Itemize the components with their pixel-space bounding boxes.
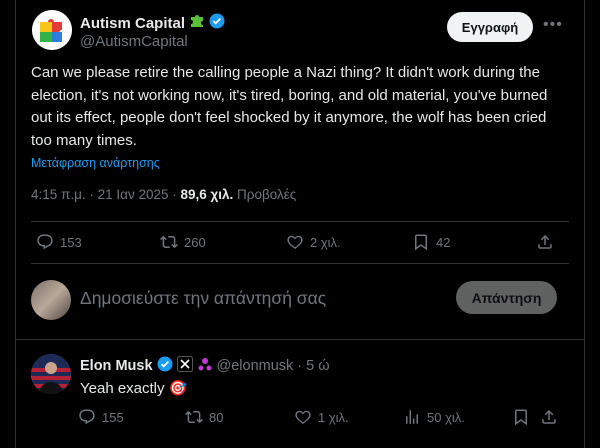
reply-action[interactable]: 153 [36,233,82,251]
author-name[interactable]: Autism Capital [80,15,185,32]
reply-view-count: 50 χιλ. [427,409,465,425]
follow-button[interactable]: Εγγραφή [447,12,533,42]
divider [31,263,569,264]
repost-action[interactable]: 260 [160,233,206,251]
tweet-meta: 4:15 π.μ. · 21 Ιαν 2025 · 89,6 χιλ. Προβ… [31,187,296,202]
reply-timestamp[interactable]: · 5 ώ [297,358,329,374]
share-icon [538,234,552,249]
reply-input[interactable]: Δημοσιεύστε την απάντησή σας [80,288,326,309]
bookmark-icon [415,234,427,251]
reply-bookmark-action[interactable] [512,408,530,426]
reply-author-name[interactable]: Elon Musk [80,358,153,374]
author-avatar[interactable] [32,10,72,50]
reply-count: 153 [60,234,82,250]
author-handle[interactable]: @AutismCapital [80,33,188,50]
reply-button[interactable]: Απάντηση [456,281,557,314]
x-affiliate-icon [176,356,193,376]
reply-author-avatar[interactable] [31,354,71,394]
left-border [15,0,16,448]
tweet-timestamp[interactable]: 4:15 π.μ. · 21 Ιαν 2025 · [31,187,180,202]
repost-count: 260 [184,234,206,250]
repost-icon [160,235,178,249]
right-border [584,0,585,448]
like-count: 2 χιλ. [310,234,341,250]
reply-header: Elon Musk @elonmusk · 5 ώ [80,356,330,376]
bookmark-icon [515,409,527,426]
reply-text: Yeah exactly [80,380,165,397]
affiliation-icon [197,356,213,376]
repost-icon [185,410,203,424]
puzzle-icon [189,13,205,33]
reply-icon [37,234,53,250]
verified-badge-icon [209,13,225,33]
share-icon [542,409,556,424]
divider [15,339,585,340]
reply-share-action[interactable] [540,408,558,426]
view-count: 89,6 χιλ. [180,187,234,202]
like-action[interactable]: 2 χιλ. [286,233,341,251]
analytics-icon [406,410,418,424]
reply-repost-count: 80 [209,409,224,425]
reply-views-action[interactable]: 50 χιλ. [403,408,465,426]
reply-author-handle[interactable]: @elonmusk [217,358,294,374]
share-action[interactable] [536,233,554,251]
reply-like-action[interactable]: 1 χιλ. [294,408,349,426]
heart-icon [295,410,311,424]
author-name-row: Autism Capital [80,13,225,33]
bookmark-action[interactable]: 42 [412,233,450,251]
bookmark-count: 42 [436,234,451,250]
current-user-avatar[interactable] [31,280,71,320]
heart-icon [287,235,303,249]
reply-emoji: 🎯 [168,380,188,397]
views-label: Προβολές [233,187,297,202]
divider [31,221,569,222]
reply-repost-action[interactable]: 80 [185,408,223,426]
tweet-text: Can we please retire the calling people … [31,64,548,149]
reply-reply-count: 155 [102,409,124,425]
reply-like-count: 1 χιλ. [318,409,349,425]
reply-reply-action[interactable]: 155 [78,408,124,426]
reply-text-row: Yeah exactly 🎯 [80,379,187,397]
reply-icon [79,409,95,425]
translate-link[interactable]: Μετάφραση ανάρτησης [31,156,160,170]
more-options-icon[interactable]: ••• [543,16,563,34]
verified-badge-icon [157,356,173,376]
